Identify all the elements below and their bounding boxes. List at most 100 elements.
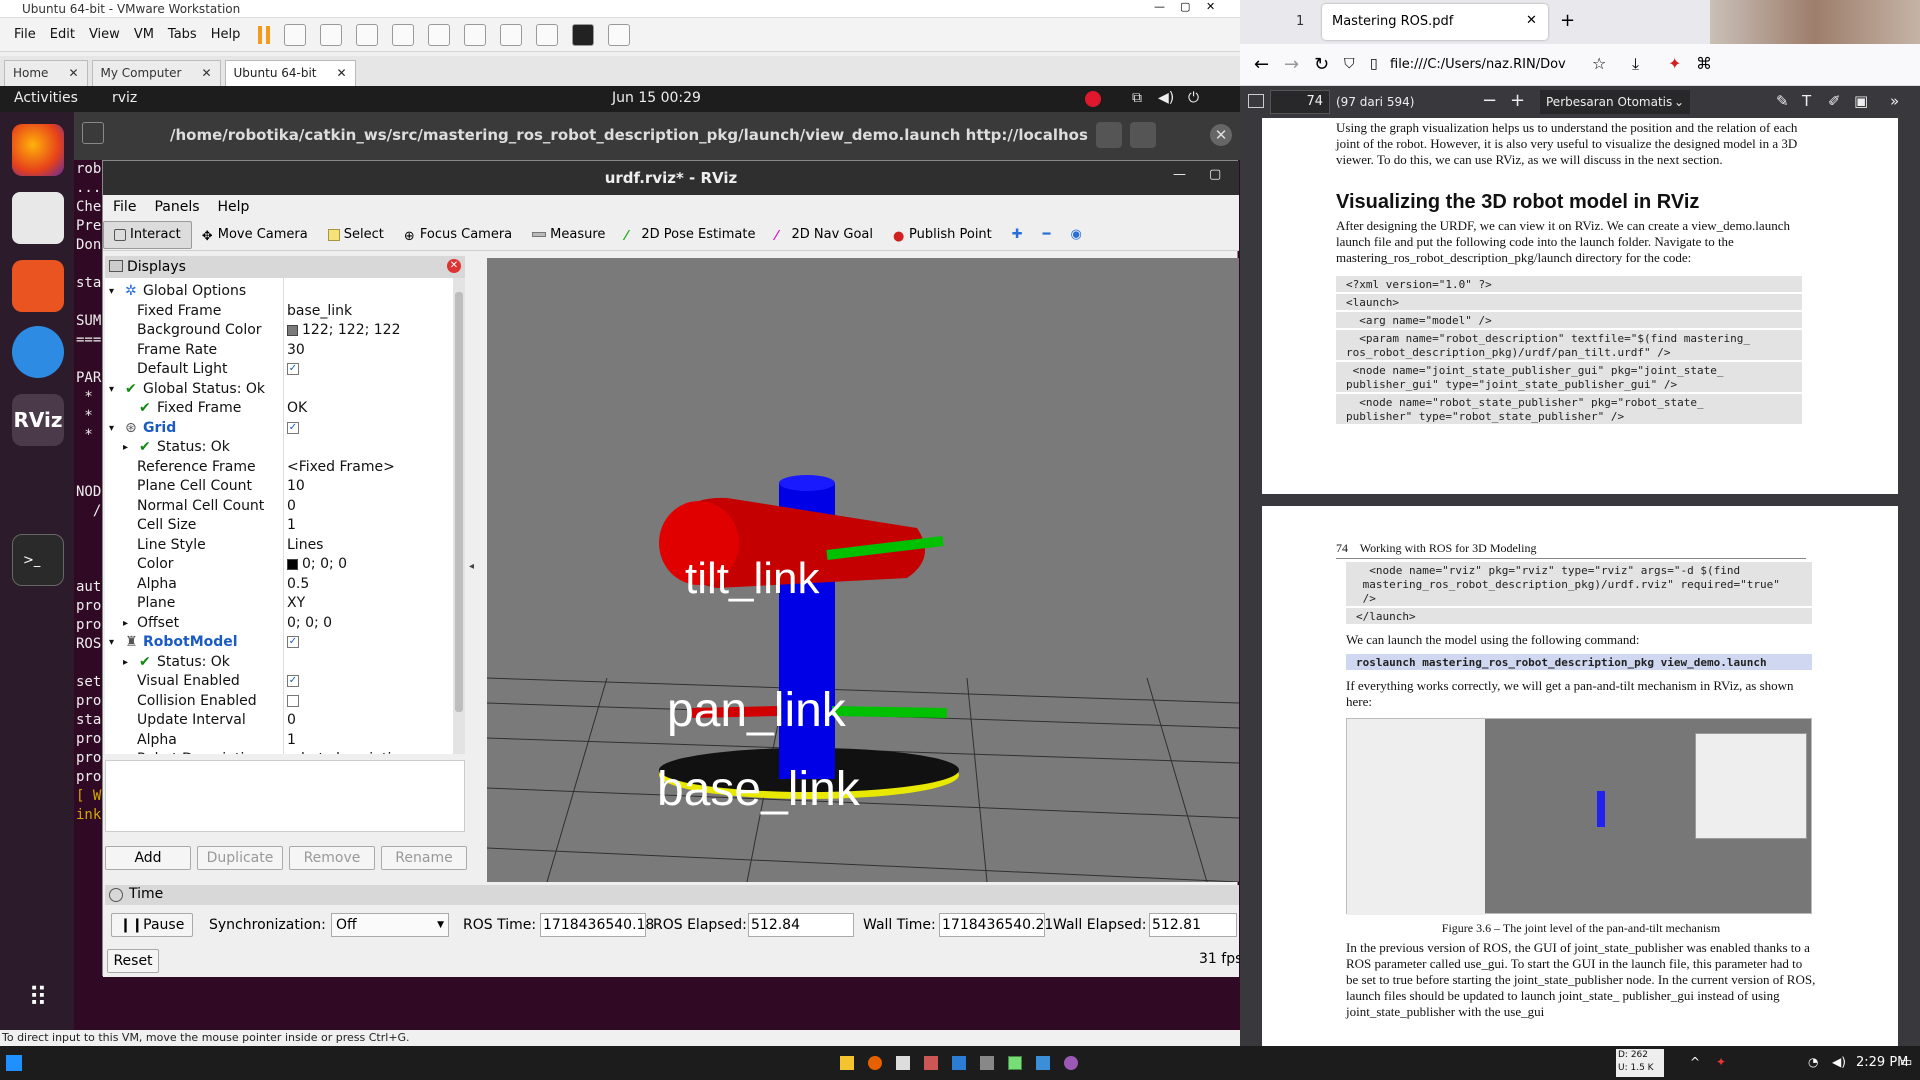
vmware-icon[interactable] [1008,1056,1022,1070]
menu-file[interactable]: File [113,195,136,219]
duplicate-button[interactable]: Duplicate [197,846,283,870]
property-value[interactable] [287,692,299,711]
tray-chevron-icon[interactable]: ^ [1690,1055,1700,1069]
menu-view[interactable]: View [89,27,120,42]
tree-row[interactable]: ▾ ✔ Global Status: Ok [105,380,453,399]
pause-icon[interactable] [258,25,271,44]
app-icon[interactable] [1036,1056,1050,1070]
menu-help[interactable]: Help [211,27,241,42]
eye-icon[interactable]: ◉ [1061,221,1092,249]
app-grid-icon[interactable]: ⠿ [12,972,64,1024]
close-icon[interactable]: ✕ [1210,124,1232,146]
reload-icon[interactable]: ↻ [1314,54,1329,75]
property-value[interactable]: ✓ [287,360,299,379]
property-value[interactable]: 1 [287,516,296,535]
select-tool[interactable]: Select [318,221,394,249]
tree-row[interactable]: ▸ ✔ Status: Ok [105,653,453,672]
back-icon[interactable]: ← [1254,54,1269,75]
volume-icon[interactable]: ◀) [1832,1055,1846,1069]
checkbox[interactable] [287,694,299,707]
wall-time-field[interactable]: 1718436540.21 [939,913,1053,937]
menu-panels[interactable]: Panels [154,195,199,219]
sync-select[interactable]: Off ▼ [331,913,449,937]
tree-row[interactable]: Frame Rate 30 [105,341,453,360]
zoom-in-icon[interactable]: + [1510,90,1525,111]
property-value[interactable]: 0 [287,497,296,516]
property-value[interactable]: 10 [287,477,305,496]
firefox-icon[interactable] [12,124,64,176]
snapshot-manager-icon[interactable] [392,23,415,46]
tree-row[interactable]: Collision Enabled [105,692,453,711]
bookmark-star-icon[interactable]: ☆ [1592,54,1606,73]
tree-scrollbar[interactable] [453,278,465,754]
firefox-icon[interactable] [868,1056,882,1070]
collapse-handle[interactable]: ◂ [469,561,474,572]
add-tool-icon[interactable]: ✚ [1002,221,1033,249]
tab-pdf[interactable]: Mastering ROS.pdf ✕ [1322,4,1548,40]
tree-row[interactable]: Fixed Frame base_link [105,302,453,321]
measure-tool[interactable]: Measure [522,221,615,249]
clock[interactable]: Jun 15 00:29 [612,90,701,106]
column-divider[interactable] [283,278,284,754]
stretch-icon[interactable] [608,23,631,46]
download-icon[interactable]: ⤓ [1632,54,1639,74]
property-value[interactable]: 0 [287,711,296,730]
close-icon[interactable]: ✕ [201,61,211,86]
tree-row[interactable]: ▾ ♜ RobotModel ✓ [105,633,453,652]
tree-row[interactable]: Plane XY [105,594,453,613]
draw-icon[interactable]: ✐ [1828,92,1841,110]
reset-button[interactable]: Reset [107,949,159,973]
expand-down-icon[interactable]: ▾ [109,380,114,399]
minimize-icon[interactable]: — [1154,0,1165,13]
property-value[interactable]: ✓ [287,633,299,652]
3d-viewport[interactable]: tilt_link pan_link base_link [487,258,1239,882]
tree-row[interactable]: Color 0; 0; 0 [105,555,453,574]
tree-row[interactable]: Alpha 0.5 [105,575,453,594]
menu-edit[interactable]: Edit [50,27,75,42]
revert-icon[interactable] [356,23,379,46]
word-icon[interactable] [952,1056,966,1070]
property-value[interactable]: 30 [287,341,305,360]
checkbox[interactable]: ✓ [287,363,299,375]
property-value[interactable]: robot_description [287,750,409,754]
translate-icon[interactable]: ⌘ [1696,54,1712,73]
property-value[interactable]: base_link [287,302,352,321]
thumbnail-icon[interactable] [464,23,487,46]
tree-row[interactable]: ▸ ✔ Status: Ok [105,438,453,457]
page-number-input[interactable]: 74 [1270,90,1330,114]
tree-row[interactable]: Visual Enabled ✓ [105,672,453,691]
wifi-icon[interactable]: ◔ [1808,1055,1818,1069]
tree-row[interactable]: ✔ Fixed Frame OK [105,399,453,418]
tab-home[interactable]: Home ✕ [4,60,88,86]
volume-icon[interactable]: ◀) [1158,90,1174,106]
power-icon[interactable]: ⏻ [1188,90,1199,106]
highlight-icon[interactable]: ✎ [1776,92,1789,110]
explorer-icon[interactable] [840,1056,854,1070]
close-icon[interactable]: ✕ [337,61,347,86]
console-icon[interactable] [572,23,595,46]
expand-down-icon[interactable]: ▾ [109,419,114,438]
color-swatch[interactable] [287,324,298,336]
maximize-icon[interactable]: ▢ [1180,0,1190,13]
expand-down-icon[interactable]: ▾ [109,282,114,301]
menu-file[interactable]: File [14,27,36,42]
tree-row[interactable]: Cell Size 1 [105,516,453,535]
interact-tool[interactable]: Interact [103,220,192,249]
tree-row[interactable]: ▾ ⊛ Grid ✓ [105,419,453,438]
property-value[interactable]: 122; 122; 122 [287,321,401,340]
app-icon[interactable] [980,1056,994,1070]
text-tool-icon[interactable]: T [1802,92,1811,110]
close-icon[interactable]: ✕ [1206,0,1215,13]
rename-button[interactable]: Rename [381,846,467,870]
ros-time-field[interactable]: 1718436540.18 [540,913,654,937]
sidebar-toggle-icon[interactable] [1248,94,1264,108]
software-icon[interactable] [12,260,64,312]
close-icon[interactable]: ✕ [1526,13,1537,28]
remove-button[interactable]: Remove [289,846,375,870]
tree-row[interactable]: Reference Frame <Fixed Frame> [105,458,453,477]
tray-icon[interactable]: ✦ [1716,1055,1726,1069]
send-keys-icon[interactable] [284,23,307,46]
tab-count[interactable]: 1 [1296,14,1304,29]
pdf-app-icon[interactable] [924,1056,938,1070]
focus-camera-tool[interactable]: ⊕ Focus Camera [394,221,522,249]
